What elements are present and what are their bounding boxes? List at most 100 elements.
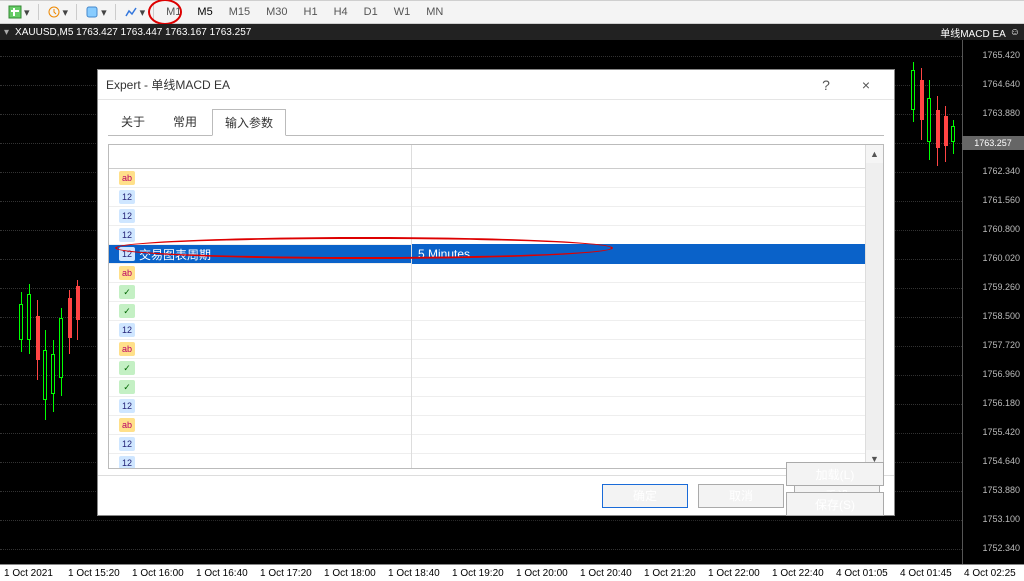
- num-type-icon: 12: [119, 209, 135, 223]
- time-tick: 1 Oct 22:40: [768, 568, 832, 579]
- chart-header: ▾ XAUUSD,M5 1763.427 1763.447 1763.167 1…: [0, 24, 1024, 40]
- time-tick: 1 Oct 18:40: [384, 568, 448, 579]
- scrollbar[interactable]: ▲ ▼: [865, 145, 883, 468]
- param-name: 慢EMA: [139, 455, 177, 469]
- dialog-titlebar[interactable]: Expert - 单线MACD EA ? ×: [98, 70, 894, 100]
- price-tick: 1762.340: [982, 166, 1020, 176]
- tf-h1[interactable]: H1: [298, 4, 324, 20]
- help-button[interactable]: ?: [806, 71, 846, 99]
- param-name: 平仓规则: [139, 398, 187, 415]
- tf-h4[interactable]: H4: [328, 4, 354, 20]
- dialog-footer: 确定 取消 重设: [98, 475, 894, 515]
- chart-triangle-icon[interactable]: ▾: [4, 27, 9, 38]
- price-tick: 1760.800: [982, 224, 1020, 234]
- chart-shift-icon[interactable]: ▾: [83, 4, 109, 20]
- param-name: MACD指标参数设置: [139, 417, 246, 434]
- price-tick: 1759.260: [982, 282, 1020, 292]
- cancel-button[interactable]: 取消: [698, 484, 784, 508]
- time-tick: 1 Oct 15:20: [64, 568, 128, 579]
- param-name: 多空持仓规则: [139, 322, 211, 339]
- time-tick: 4 Oct 01:45: [896, 568, 960, 579]
- bool-type-icon: ✓: [119, 380, 135, 394]
- num-type-icon: 12: [119, 190, 135, 204]
- price-tick: 1760.020: [982, 253, 1020, 263]
- price-tick: 1765.420: [982, 50, 1020, 60]
- expert-properties-dialog: Expert - 单线MACD EA ? × 关于 常用 输入参数 变量 赋值 …: [97, 69, 895, 516]
- price-tick: 1761.560: [982, 195, 1020, 205]
- time-tick: 1 Oct 2021: [0, 568, 64, 579]
- param-name: 零轴下死叉开空单开关: [139, 303, 259, 320]
- time-tick: 1 Oct 16:40: [192, 568, 256, 579]
- time-tick: 1 Oct 17:20: [256, 568, 320, 579]
- param-name: 开仓相关设置: [139, 265, 211, 282]
- bool-type-icon: ✓: [119, 361, 135, 375]
- time-tick: 4 Oct 01:05: [832, 568, 896, 579]
- param-value[interactable]: true: [412, 358, 865, 378]
- close-button[interactable]: ×: [846, 71, 886, 99]
- tab-inputs[interactable]: 输入参数: [212, 109, 286, 136]
- num-type-icon: 12: [119, 399, 135, 413]
- chart-area: ▾ XAUUSD,M5 1763.427 1763.447 1763.167 1…: [0, 24, 1024, 581]
- tab-about[interactable]: 关于: [108, 108, 158, 135]
- dialog-title-text: Expert - 单线MACD EA: [106, 76, 230, 93]
- tf-m30[interactable]: M30: [260, 4, 293, 20]
- param-row[interactable]: 12慢EMA26: [109, 454, 865, 468]
- tab-common[interactable]: 常用: [160, 108, 210, 135]
- param-value[interactable]: 300: [412, 206, 865, 226]
- tf-m15[interactable]: M15: [223, 4, 256, 20]
- time-tick: 1 Oct 21:20: [640, 568, 704, 579]
- price-tick: 1763.880: [982, 108, 1020, 118]
- symbol-info: XAUUSD,M5 1763.427 1763.447 1763.167 176…: [15, 27, 251, 38]
- column-variable[interactable]: 变量: [109, 145, 412, 168]
- param-name: 开仓手数: [139, 189, 187, 206]
- param-name: macd死叉平多单开关: [139, 360, 252, 377]
- current-price-label: 1763.257: [962, 136, 1024, 150]
- save-button[interactable]: 保存(S): [786, 492, 884, 516]
- price-tick: 1754.640: [982, 456, 1020, 466]
- tf-mn[interactable]: MN: [420, 4, 449, 20]
- param-value[interactable]: 0.01: [412, 187, 865, 207]
- param-name: 止损点数: [139, 208, 187, 225]
- price-tick: 1753.880: [982, 485, 1020, 495]
- ab-type-icon: ab: [119, 418, 135, 432]
- tf-w1[interactable]: W1: [388, 4, 417, 20]
- param-name: 平仓相关设置: [139, 341, 211, 358]
- price-axis: 1765.4201764.6401763.8801763.1001762.340…: [962, 40, 1024, 564]
- param-name: macd金叉平空单开关: [139, 379, 252, 396]
- price-tick: 1764.640: [982, 79, 1020, 89]
- tf-m1[interactable]: M1: [160, 4, 187, 20]
- time-tick: 1 Oct 16:00: [128, 568, 192, 579]
- ea-smiley-icon[interactable]: ☺: [1010, 27, 1020, 38]
- tf-m5[interactable]: M5: [191, 4, 218, 20]
- indicators-icon[interactable]: ▾: [122, 4, 148, 20]
- param-value[interactable]: true: [412, 282, 865, 302]
- tf-d1[interactable]: D1: [358, 4, 384, 20]
- param-value[interactable]: =================: [412, 415, 865, 435]
- ok-button[interactable]: 确定: [602, 484, 688, 508]
- column-value[interactable]: 赋值: [412, 145, 865, 168]
- num-type-icon: 12: [119, 247, 135, 261]
- param-name: 快EMA: [139, 436, 177, 453]
- price-tick: 1758.500: [982, 311, 1020, 321]
- ab-type-icon: ab: [119, 342, 135, 356]
- new-chart-icon[interactable]: ▾: [6, 4, 32, 20]
- price-tick: 1753.100: [982, 514, 1020, 524]
- time-tick: 4 Oct 02:25: [960, 568, 1024, 579]
- time-tick: 1 Oct 19:20: [448, 568, 512, 579]
- param-name: 交易图表周期: [139, 246, 211, 263]
- param-name: 零轴上金叉开多单开关: [139, 284, 259, 301]
- load-button[interactable]: 加载(L): [786, 462, 884, 486]
- time-tick: 1 Oct 22:00: [704, 568, 768, 579]
- scroll-up-icon[interactable]: ▲: [866, 145, 883, 163]
- time-axis: 1 Oct 20211 Oct 15:201 Oct 16:001 Oct 16…: [0, 564, 1024, 581]
- bool-type-icon: ✓: [119, 304, 135, 318]
- param-value[interactable]: 12: [412, 434, 865, 454]
- ea-name-label: 单线MACD EA: [940, 25, 1006, 40]
- price-tick: 1757.720: [982, 340, 1020, 350]
- price-tick: 1752.340: [982, 543, 1020, 553]
- auto-scroll-icon[interactable]: ▾: [45, 4, 71, 20]
- num-type-icon: 12: [119, 228, 135, 242]
- param-value[interactable]: 1200: [412, 225, 865, 245]
- time-tick: 1 Oct 18:00: [320, 568, 384, 579]
- price-tick: 1756.960: [982, 369, 1020, 379]
